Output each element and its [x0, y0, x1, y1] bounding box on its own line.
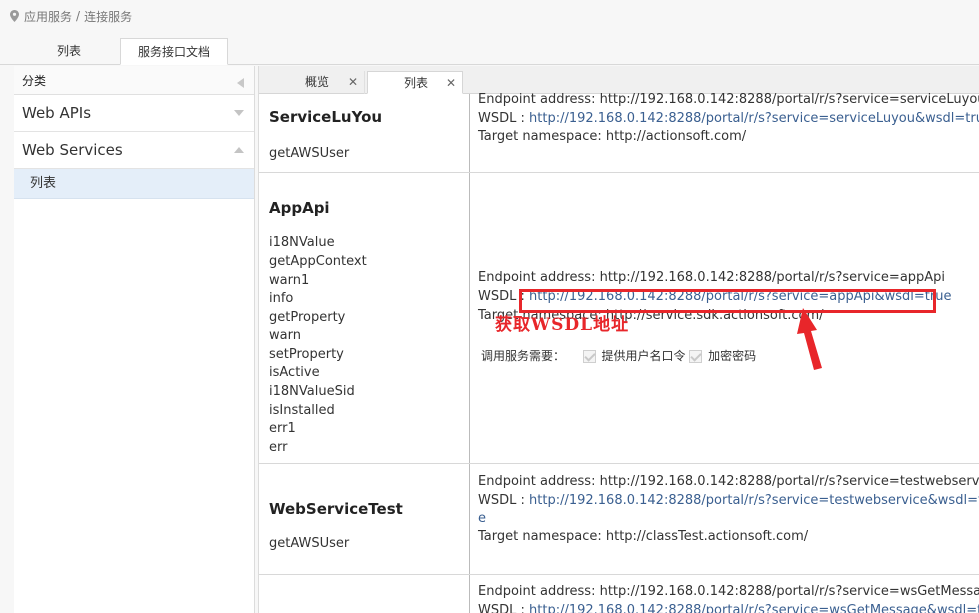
annotation-label: 获取WSDL地址 — [495, 315, 630, 335]
annotation-arrow-icon — [797, 308, 822, 370]
